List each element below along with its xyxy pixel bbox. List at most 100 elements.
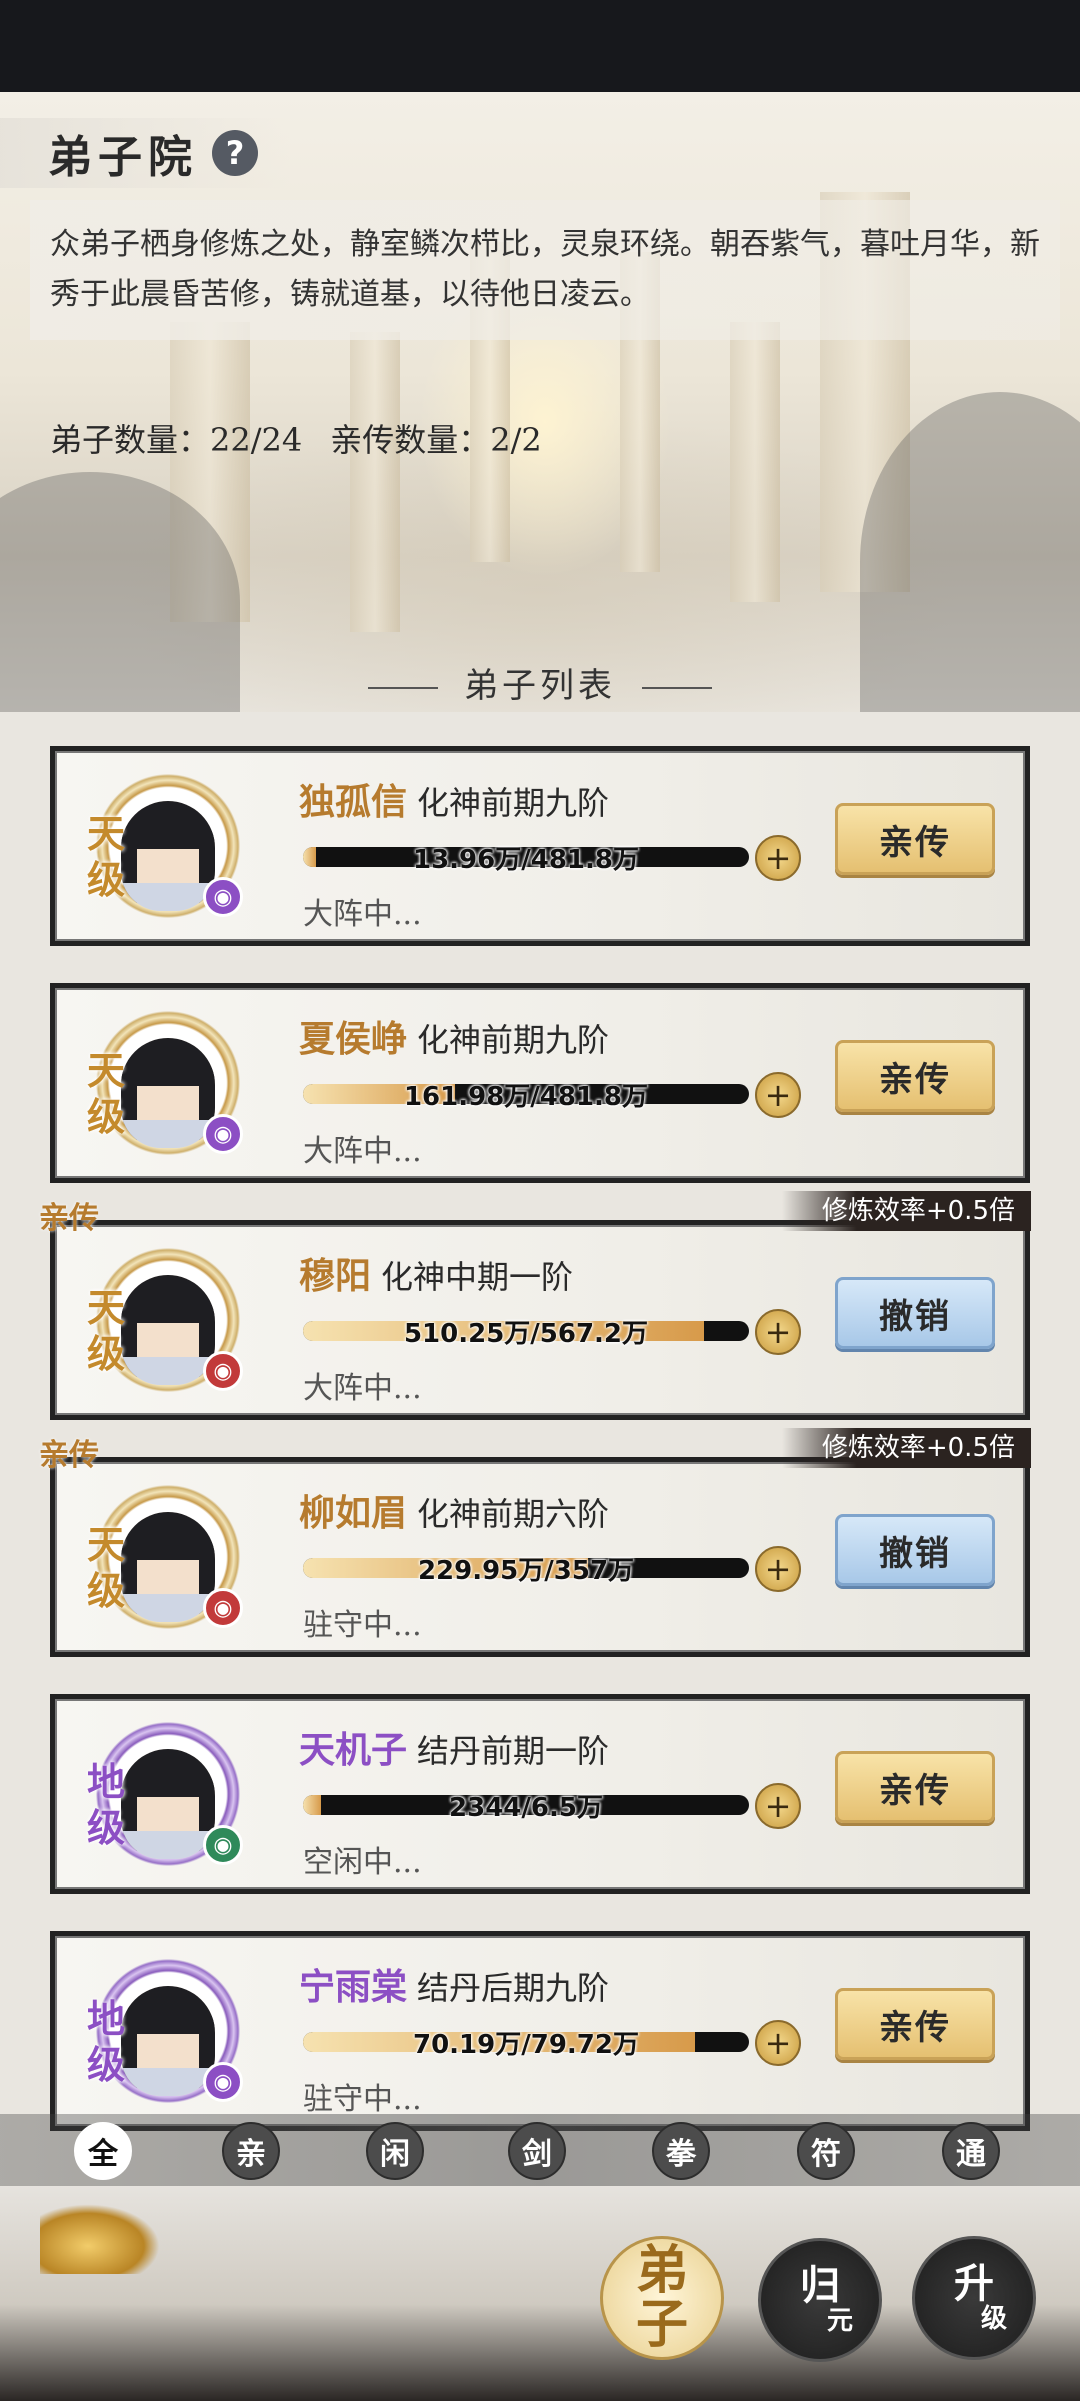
disciple-card[interactable]: 天级 ◉ 夏侯峥 化神前期九阶 161.98万/481.8万 + 大阵中... 亲… [50,983,1030,1183]
portrait-icon [121,801,215,911]
top-status-bar [0,0,1080,92]
upgrade-nav-button[interactable]: 升 级 [912,2236,1036,2360]
filter-idle-button[interactable]: 闲 [366,2122,424,2180]
disciple-status: 驻守中... [303,1608,422,1643]
grade-label: 地级 [87,1996,126,2087]
revoke-button[interactable]: 撤销 [835,1277,995,1349]
disciple-card[interactable]: 地级 ◉ 天机子 结丹前期一阶 2344/6.5万 + 空闲中... 亲传 [50,1694,1030,1894]
filter-direct-button[interactable]: 亲 [222,2122,280,2180]
element-icon: ◉ [203,1114,243,1154]
disciple-name-row: 夏侯峥 化神前期九阶 [299,1010,609,1062]
disciple-avatar[interactable]: 地级 ◉ [87,1956,243,2106]
direct-disciple-tag: 亲传 [39,1438,99,1473]
filter-general-button[interactable]: 通 [942,2122,1000,2180]
make-direct-button[interactable]: 亲传 [835,1988,995,2060]
disciple-nav-button[interactable]: 弟子 [600,2236,724,2360]
grade-label: 天级 [87,811,126,902]
portrait-icon [121,1512,215,1622]
plus-icon[interactable]: + [755,835,801,881]
disciple-nav-label: 弟子 [635,2240,688,2355]
disciple-name-row: 穆阳 化神中期一阶 [299,1247,573,1299]
portrait-icon [121,1038,215,1148]
disciple-status: 驻守中... [303,2082,422,2117]
disciple-name: 独孤信 [299,781,408,823]
page-header: 弟子院 ? [0,118,290,188]
plus-icon[interactable]: + [755,1072,801,1118]
disciple-name-row: 天机子 结丹前期一阶 [299,1721,609,1773]
disciple-name: 柳如眉 [299,1492,408,1534]
revoke-button[interactable]: 撤销 [835,1514,995,1586]
page-title: 弟子院 [48,132,198,183]
disciple-status: 大阵中... [303,1134,422,1169]
page-description: 众弟子栖身修炼之处，静室鳞次栉比，灵泉环绕。朝吞紫气，暮吐月华，新秀于此晨昏苦修… [30,200,1060,340]
disciple-avatar[interactable]: 地级 ◉ [87,1719,243,1869]
disciple-name: 天机子 [299,1729,408,1771]
plus-icon[interactable]: + [755,1309,801,1355]
direct-disciple-tag: 亲传 [39,1201,99,1236]
disciple-name: 穆阳 [299,1255,372,1297]
guiyuan-nav-button[interactable]: 归 元 [758,2238,882,2362]
disciple-name-row: 柳如眉 化神前期六阶 [299,1484,609,1536]
element-icon: ◉ [203,1825,243,1865]
disciple-card[interactable]: 地级 ◉ 宁雨棠 结丹后期九阶 70.19万/79.72万 + 驻守中... 亲传 [50,1931,1030,2131]
disciple-status: 空闲中... [303,1845,422,1880]
upgrade-nav-label: 升 [954,2260,994,2307]
make-direct-button[interactable]: 亲传 [835,803,995,875]
make-direct-button[interactable]: 亲传 [835,1751,995,1823]
progress-text: 229.95万/357万 [417,1556,635,1586]
disciple-realm: 化神前期九阶 [417,1021,610,1059]
disciple-realm: 化神前期六阶 [417,1495,610,1533]
plus-icon[interactable]: + [755,2020,801,2066]
plus-icon[interactable]: + [755,1546,801,1592]
disciple-status: 大阵中... [303,897,422,932]
pillar-illustration [730,322,780,602]
disciple-card[interactable]: 亲传 修炼效率+0.5倍 天级 ◉ 穆阳 化神中期一阶 510.25万/567.2… [39,1191,1031,1420]
element-icon: ◉ [203,2062,243,2102]
list-title: 弟子列表 [0,658,1080,707]
make-direct-button[interactable]: 亲传 [835,1040,995,1112]
disciple-realm: 结丹前期一阶 [417,1732,610,1770]
plus-icon[interactable]: + [755,1783,801,1829]
filter-talisman-button[interactable]: 符 [797,2122,855,2180]
grade-label: 天级 [87,1285,126,1376]
grade-label: 地级 [87,1759,126,1850]
disciple-realm: 化神中期一阶 [381,1258,574,1296]
element-icon: ◉ [203,1351,243,1391]
counts-row: 弟子数量：22/24 亲传数量：2/2 [50,415,542,461]
disciple-avatar[interactable]: 天级 ◉ [87,1008,243,1158]
direct-disciple-count: 亲传数量：2/2 [330,421,542,459]
progress-text: 2344/6.5万 [449,1793,603,1823]
cultivation-buff-badge: 修炼效率+0.5倍 [781,1428,1031,1468]
disciple-card[interactable]: 亲传 修炼效率+0.5倍 天级 ◉ 柳如眉 化神前期六阶 229.95万/357万… [39,1428,1031,1657]
progress-text: 13.96万/481.8万 [413,845,639,875]
disciple-name-row: 宁雨棠 结丹后期九阶 [299,1958,609,2010]
cultivation-buff-badge: 修炼效率+0.5倍 [781,1191,1031,1231]
upgrade-nav-sublabel: 级 [980,2304,1007,2334]
filter-sword-button[interactable]: 剑 [508,2122,566,2180]
filter-bar: 全亲闲剑拳符通 [0,2114,1080,2186]
disciple-avatar[interactable]: 天级 ◉ [87,771,243,921]
portrait-icon [121,1986,215,2096]
filter-all-button[interactable]: 全 [74,2122,132,2180]
progress-text: 510.25万/567.2万 [403,1319,649,1349]
disciple-avatar[interactable]: 天级 ◉ [87,1245,243,1395]
element-icon: ◉ [203,877,243,917]
progress-text: 161.98万/481.8万 [403,1082,649,1112]
progress-text: 70.19万/79.72万 [413,2030,639,2060]
disciple-name: 宁雨棠 [299,1966,408,2008]
grade-label: 天级 [87,1522,126,1613]
disciple-status: 大阵中... [303,1371,422,1406]
guiyuan-nav-sublabel: 元 [826,2306,853,2336]
pillar-illustration [350,332,400,632]
disciple-name-row: 独孤信 化神前期九阶 [299,773,609,825]
portrait-icon [121,1275,215,1385]
filter-fist-button[interactable]: 拳 [652,2122,710,2180]
list-title-text: 弟子列表 [464,666,616,706]
disciple-realm: 化神前期九阶 [417,784,610,822]
portrait-icon [121,1749,215,1859]
question-icon[interactable]: ? [212,130,258,176]
element-icon: ◉ [203,1588,243,1628]
disciple-card[interactable]: 天级 ◉ 独孤信 化神前期九阶 13.96万/481.8万 + 大阵中... 亲传 [50,746,1030,946]
disciple-name: 夏侯峥 [299,1018,408,1060]
disciple-avatar[interactable]: 天级 ◉ [87,1482,243,1632]
